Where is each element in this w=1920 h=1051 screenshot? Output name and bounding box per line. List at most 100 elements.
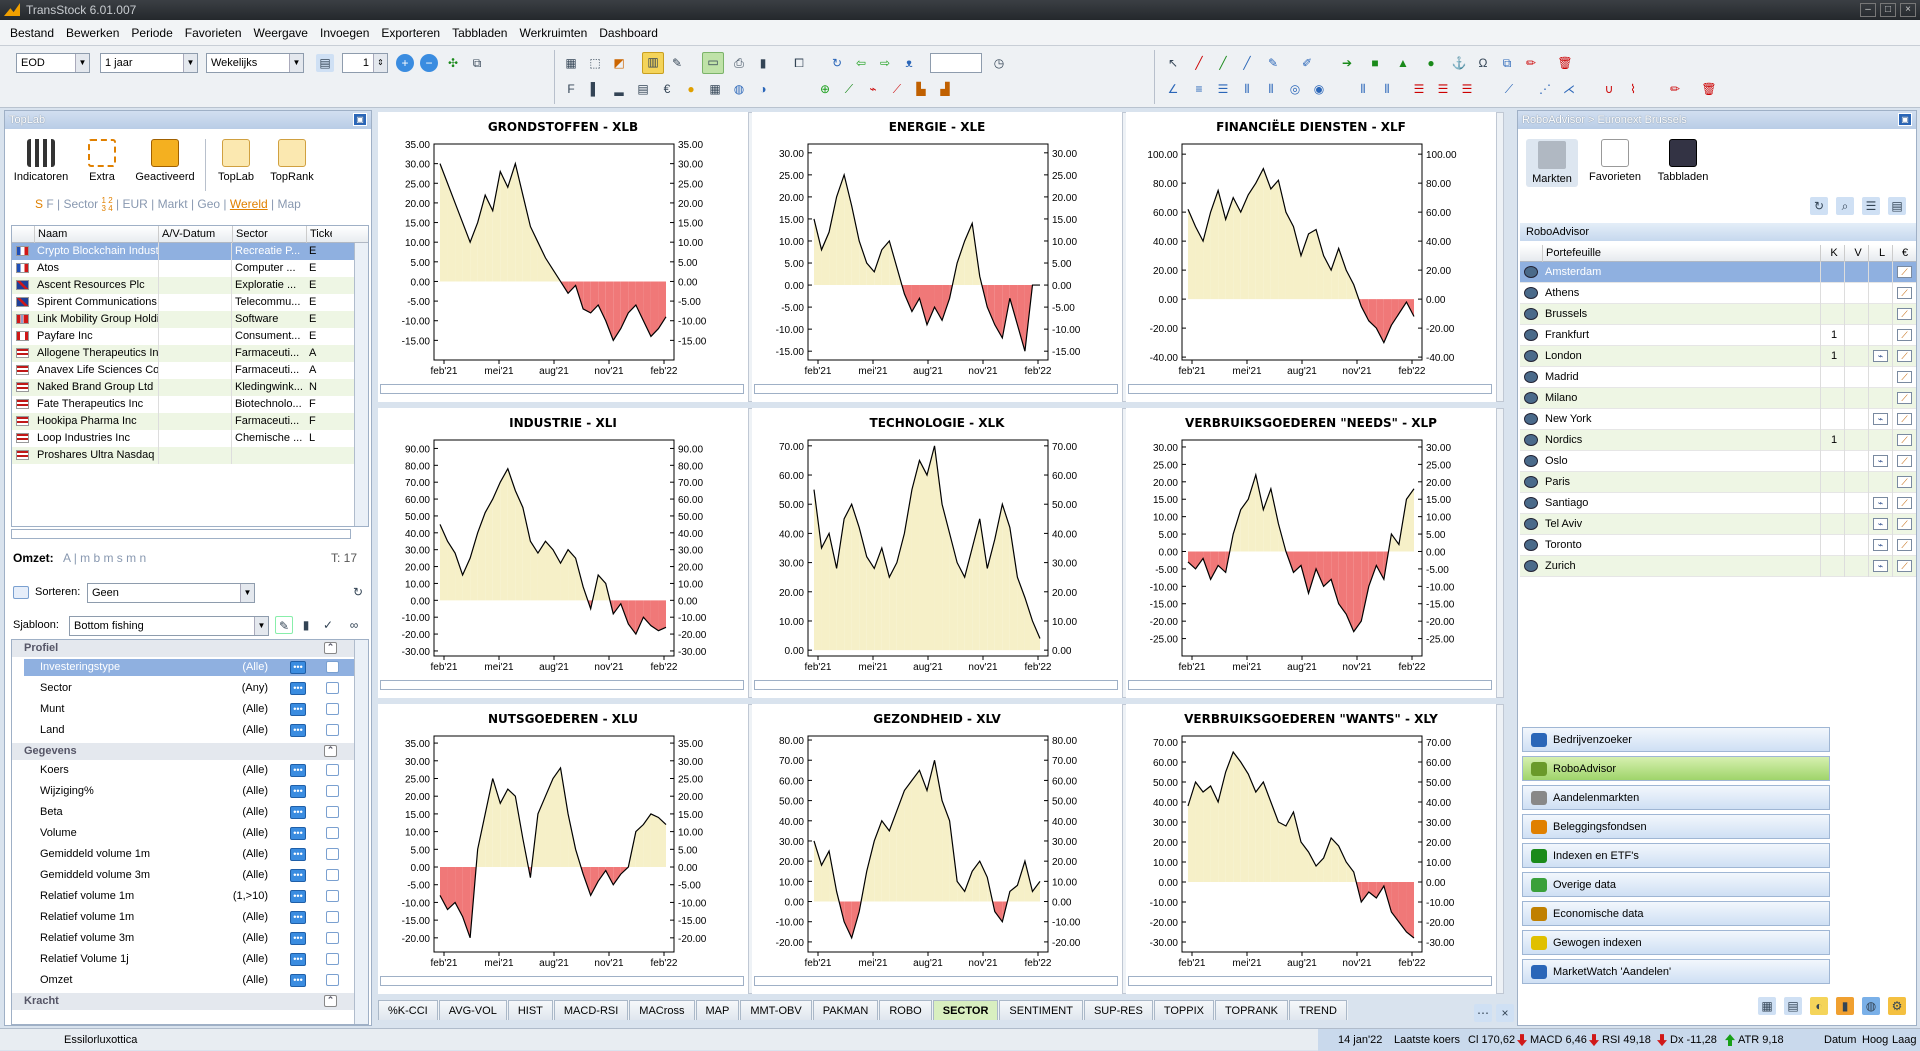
sector-chart[interactable]: ENERGIE - XLE 30.00 30.00 25.00 25.00 20.00 20… xyxy=(752,112,1130,402)
market-row[interactable]: Madrid ⟋ xyxy=(1520,367,1916,388)
sector-chart[interactable]: GRONDSTOFFEN - XLB 35.00 35.00 30.00 30.00 25… xyxy=(378,112,756,402)
window-icon[interactable]: ▭ xyxy=(702,52,724,74)
table-row[interactable]: Ascent Resources Plc Exploratie ... E xyxy=(12,277,356,294)
chart-layout-icon[interactable]: ▥ xyxy=(642,52,664,74)
nav-beleggingsfondsen[interactable]: Beleggingsfondsen xyxy=(1522,814,1830,839)
filter-row[interactable]: Investeringstype (Alle) ••• xyxy=(24,659,356,676)
geactiveerd-tool[interactable]: Geactiveerd xyxy=(133,139,197,183)
filter-checkbox[interactable] xyxy=(326,827,339,839)
chart-scrollbar[interactable] xyxy=(1128,976,1492,986)
nav-bedrijvenzoeker[interactable]: Bedrijvenzoeker xyxy=(1522,727,1830,752)
template-edit-icon[interactable]: ✎ xyxy=(275,616,293,634)
globe-icon[interactable]: ◍ xyxy=(730,80,748,98)
highlighter-icon[interactable]: ✐ xyxy=(1298,54,1316,72)
column-portefeuille[interactable]: Portefeuille xyxy=(1542,245,1820,262)
sort-checkbox[interactable] xyxy=(13,586,29,599)
filter-group-header[interactable]: Profiel ⌃ xyxy=(12,640,356,657)
robo-chart-icon[interactable]: ▤ xyxy=(1888,197,1906,215)
filter-row[interactable]: Relatief volume 1m (Alle) ••• xyxy=(24,909,356,926)
tab-trend[interactable]: TREND xyxy=(1289,1000,1347,1020)
chart-scrollbar[interactable] xyxy=(380,976,744,986)
toprank-tool[interactable]: TopRank xyxy=(265,139,319,183)
search-input[interactable] xyxy=(930,53,982,73)
market-row[interactable]: London 1 ⌁ ⟋ xyxy=(1520,346,1916,367)
wave-icon[interactable]: ⌇ xyxy=(1624,80,1642,98)
save-icon[interactable]: ▮ xyxy=(754,54,772,72)
chart-plus-icon[interactable]: ⟋ xyxy=(1897,371,1912,383)
line-tool-icon[interactable]: ╱ xyxy=(1190,54,1208,72)
calendar-icon[interactable]: ▤ xyxy=(316,54,334,72)
collapse-icon[interactable]: ⌃ xyxy=(324,642,337,654)
tab-avg-vol[interactable]: AVG-VOL xyxy=(438,1000,507,1020)
more-options-icon[interactable]: ••• xyxy=(290,911,306,924)
mini-chart-icon[interactable]: ⌁ xyxy=(1873,497,1888,509)
tabbladen-tool[interactable]: Tabbladen xyxy=(1652,139,1714,183)
sort-select[interactable]: Geen ▼ xyxy=(87,583,255,603)
filter-row[interactable]: Koers (Alle) ••• xyxy=(24,762,356,779)
interval-select[interactable]: Wekelijks ▼ xyxy=(206,53,304,73)
filter-row[interactable]: Beta (Alle) ••• xyxy=(24,804,356,821)
favorieten-tool[interactable]: Favorieten xyxy=(1584,139,1646,183)
bottom-tool-4-icon[interactable]: ▮ xyxy=(1836,997,1854,1015)
robo-refresh-icon[interactable]: ↻ xyxy=(1810,197,1828,215)
clock-icon[interactable]: ◷ xyxy=(990,54,1008,72)
sector-chart[interactable]: GEZONDHEID - XLV 80.00 80.00 70.00 70.00 60.0… xyxy=(752,704,1130,994)
rectangle-tool-icon[interactable]: ■ xyxy=(1366,54,1384,72)
collapse-icon[interactable]: ⌃ xyxy=(324,995,337,1007)
collapse-icon[interactable]: ⌃ xyxy=(324,745,337,757)
chart-vscroll[interactable] xyxy=(1496,704,1504,994)
filter-f[interactable]: F xyxy=(46,197,53,211)
nav-indexen-en-etf-s[interactable]: Indexen en ETF's xyxy=(1522,843,1830,868)
chart-plus-icon[interactable]: ⟋ xyxy=(1897,413,1912,425)
filter-checkbox[interactable] xyxy=(326,890,339,902)
add-icon[interactable]: + xyxy=(396,54,414,72)
circles-icon[interactable]: ◎ xyxy=(1286,80,1304,98)
pitchfork-icon[interactable]: ⋌ xyxy=(1560,80,1578,98)
more-options-icon[interactable]: ••• xyxy=(290,724,306,737)
chart-plus-icon[interactable]: ⟋ xyxy=(1897,266,1912,278)
menu-bewerken[interactable]: Bewerken xyxy=(60,20,125,46)
tab--k-cci[interactable]: %K-CCI xyxy=(378,1000,438,1020)
menu-exporteren[interactable]: Exporteren xyxy=(375,20,446,46)
table-row[interactable]: Atos Computer ... E xyxy=(12,260,356,277)
frame-icon[interactable]: ⬚ xyxy=(586,54,604,72)
refresh-icon[interactable]: ↻ xyxy=(828,54,846,72)
column-ticker[interactable]: Ticke xyxy=(306,226,332,243)
filter-3[interactable]: 3 xyxy=(102,204,106,213)
market-row[interactable]: Amsterdam ⟋ xyxy=(1520,262,1916,283)
more-options-icon[interactable]: ••• xyxy=(290,785,306,798)
menu-favorieten[interactable]: Favorieten xyxy=(179,20,248,46)
filter-checkbox[interactable] xyxy=(326,911,339,923)
filter-s[interactable]: S xyxy=(35,197,43,211)
filter-row[interactable]: Relatief Volume 1j (Alle) ••• xyxy=(24,951,356,968)
filter-checkbox[interactable] xyxy=(326,785,339,797)
chart-scrollbar[interactable] xyxy=(754,384,1118,394)
column-v[interactable]: V xyxy=(1844,245,1868,262)
more-options-icon[interactable]: ••• xyxy=(290,661,306,674)
filter-row[interactable]: Munt (Alle) ••• xyxy=(24,701,356,718)
tab-sup-res[interactable]: SUP-RES xyxy=(1083,1000,1153,1020)
bottom-tool-3-icon[interactable]: ◐ xyxy=(1810,997,1828,1015)
channel-icon[interactable]: ≡ xyxy=(1190,80,1208,98)
nav-marketwatch-aandelen-[interactable]: MarketWatch 'Aandelen' xyxy=(1522,959,1830,984)
back-arrow-icon[interactable]: ⇦ xyxy=(852,54,870,72)
grid-icon[interactable]: ▦ xyxy=(562,54,580,72)
table-row[interactable]: Loop Industries Inc Chemische ... L xyxy=(12,430,356,447)
filter-row[interactable]: Omzet (Alle) ••• xyxy=(24,972,356,989)
pen-icon[interactable]: ✎ xyxy=(1264,54,1282,72)
table-row[interactable]: Payfare Inc Consument... E xyxy=(12,328,356,345)
copy-icon[interactable]: ⧉ xyxy=(1498,54,1516,72)
anchor-icon[interactable]: ⚓ xyxy=(1450,54,1468,72)
open-external-icon[interactable]: ⧠ xyxy=(790,54,808,72)
mini-chart-icon[interactable]: ⌁ xyxy=(1873,539,1888,551)
bottom-tool-6-icon[interactable]: ⚙ xyxy=(1888,997,1906,1015)
column-k[interactable]: K xyxy=(1820,245,1844,262)
template-select[interactable]: Bottom fishing ▼ xyxy=(69,616,269,636)
filter-geo[interactable]: Geo xyxy=(197,197,220,211)
nav-aandelenmarkten[interactable]: Aandelenmarkten xyxy=(1522,785,1830,810)
tab-toppix[interactable]: TOPPIX xyxy=(1153,1000,1215,1020)
column-euro[interactable]: € xyxy=(1892,245,1914,262)
filter-row[interactable]: Relatief volume 1m (1,>10) ••• xyxy=(24,888,356,905)
line-tool-blue-icon[interactable]: ╱ xyxy=(1238,54,1256,72)
market-row[interactable]: Paris ⟋ xyxy=(1520,472,1916,493)
